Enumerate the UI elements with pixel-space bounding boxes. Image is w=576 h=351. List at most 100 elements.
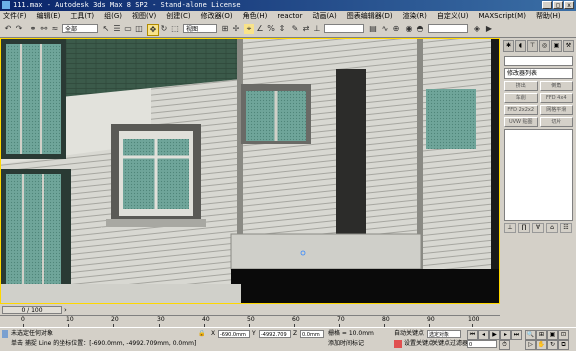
render-type-dropdown[interactable] bbox=[428, 24, 468, 33]
modify-tab-icon[interactable]: ◖ bbox=[515, 40, 526, 52]
maximize-button[interactable]: □ bbox=[553, 1, 563, 9]
current-frame-field[interactable]: 0 bbox=[467, 340, 497, 348]
configure-sets-icon[interactable]: ☷ bbox=[560, 223, 572, 233]
time-config-icon[interactable]: ⏱ bbox=[499, 340, 510, 350]
time-slider[interactable]: 0 / 100 bbox=[2, 306, 62, 314]
utilities-tab-icon[interactable]: ⚒ bbox=[563, 40, 574, 52]
motion-tab-icon[interactable]: ◎ bbox=[539, 40, 550, 52]
display-tab-icon[interactable]: ▣ bbox=[551, 40, 562, 52]
arc-rotate-icon[interactable]: ↻ bbox=[547, 340, 558, 350]
zoom-extents-icon[interactable]: ▣ bbox=[547, 330, 558, 340]
move-icon[interactable]: ✥ bbox=[147, 24, 159, 36]
select-icon[interactable]: ↖ bbox=[101, 24, 111, 34]
slice-button[interactable]: 切片 bbox=[539, 117, 573, 127]
minimize-button[interactable]: _ bbox=[542, 1, 552, 9]
object-name-field[interactable] bbox=[504, 56, 573, 66]
maxscript-listener-icon[interactable] bbox=[2, 330, 8, 338]
selection-filter-dropdown[interactable]: 全部 bbox=[62, 24, 98, 33]
x-coordinate-field[interactable]: -690.0mm bbox=[218, 330, 250, 338]
remove-modifier-icon[interactable]: ⌂ bbox=[546, 223, 558, 233]
manipulate-icon[interactable]: ✢ bbox=[231, 24, 241, 34]
menu-tools[interactable]: 工具(T) bbox=[70, 11, 94, 22]
render-last-icon[interactable]: ▶ bbox=[484, 24, 494, 34]
menu-modifiers[interactable]: 修改器(O) bbox=[201, 11, 233, 22]
select-by-name-icon[interactable]: ☰ bbox=[112, 24, 122, 34]
menu-reactor[interactable]: reactor bbox=[277, 11, 302, 22]
go-to-start-icon[interactable]: ⏮ bbox=[467, 330, 478, 340]
bevel-button[interactable]: 倒角 bbox=[539, 81, 573, 91]
named-selection-sets-dropdown[interactable] bbox=[324, 24, 364, 33]
lathe-button[interactable]: 车削 bbox=[504, 93, 538, 103]
named-selection-icon[interactable]: ✎ bbox=[290, 24, 300, 34]
scale-icon[interactable]: ⬚ bbox=[170, 24, 180, 34]
menu-file[interactable]: 文件(F) bbox=[3, 11, 27, 22]
menu-views[interactable]: 视图(V) bbox=[132, 11, 156, 22]
unlink-icon[interactable]: ⚯ bbox=[39, 24, 49, 34]
mirror-icon[interactable]: ⇄ bbox=[301, 24, 311, 34]
lock-selection-icon[interactable]: 🔒 bbox=[198, 330, 205, 337]
pivot-icon[interactable]: ⊞ bbox=[220, 24, 230, 34]
schematic-view-icon[interactable]: ⊕ bbox=[391, 24, 401, 34]
set-key-button[interactable]: 设置关键点 bbox=[404, 340, 434, 348]
extrude-button[interactable]: 挤出 bbox=[504, 81, 538, 91]
field-of-view-icon[interactable]: ▷ bbox=[525, 340, 536, 350]
layer-manager-icon[interactable]: ▤ bbox=[368, 24, 378, 34]
go-to-end-icon[interactable]: ⏭ bbox=[511, 330, 522, 340]
region-icon[interactable]: ▭ bbox=[123, 24, 133, 34]
angle-snap-icon[interactable]: ∠ bbox=[255, 24, 265, 34]
slider-next-icon[interactable]: › bbox=[64, 306, 67, 314]
modifier-list-dropdown[interactable]: 修改器列表 bbox=[504, 68, 573, 79]
modifier-stack[interactable] bbox=[504, 129, 573, 221]
next-frame-icon[interactable]: ▸ bbox=[500, 330, 511, 340]
align-icon[interactable]: ⊥ bbox=[312, 24, 322, 34]
set-key-icon[interactable] bbox=[394, 340, 402, 348]
redo-icon[interactable]: ↷ bbox=[14, 24, 24, 34]
ffd2-button[interactable]: FFD 2x2x2 bbox=[504, 105, 538, 115]
quick-render-icon[interactable]: ◈ bbox=[472, 24, 482, 34]
zoom-icon[interactable]: 🔍 bbox=[525, 330, 536, 340]
menu-edit[interactable]: 编辑(E) bbox=[37, 11, 61, 22]
link-icon[interactable]: ⚭ bbox=[28, 24, 38, 34]
meshsmooth-button[interactable]: 网格平滑 bbox=[539, 105, 573, 115]
ffd4-button[interactable]: FFD 4x4 bbox=[539, 93, 573, 103]
key-filters-button[interactable]: 关键点过滤器 bbox=[432, 340, 468, 348]
menu-graph-editors[interactable]: 图表编辑器(D) bbox=[347, 11, 393, 22]
perspective-viewport[interactable] bbox=[0, 38, 500, 304]
snap-icon[interactable]: ⌖ bbox=[244, 24, 254, 34]
render-scene-icon[interactable]: ◓ bbox=[415, 24, 425, 34]
zoom-extents-all-icon[interactable]: ⊡ bbox=[558, 330, 569, 340]
menu-rendering[interactable]: 渲染(R) bbox=[403, 11, 427, 22]
zoom-all-icon[interactable]: ⊞ bbox=[536, 330, 547, 340]
menu-create[interactable]: 创建(C) bbox=[166, 11, 190, 22]
previous-frame-icon[interactable]: ◂ bbox=[478, 330, 489, 340]
menu-help[interactable]: 帮助(H) bbox=[536, 11, 561, 22]
play-icon[interactable]: ▶ bbox=[489, 330, 500, 340]
menu-customize[interactable]: 自定义(U) bbox=[437, 11, 469, 22]
create-tab-icon[interactable]: ✱ bbox=[503, 40, 514, 52]
spinner-snap-icon[interactable]: ⇕ bbox=[277, 24, 287, 34]
menu-maxscript[interactable]: MAXScript(M) bbox=[479, 11, 526, 22]
make-unique-icon[interactable]: ∀ bbox=[532, 223, 544, 233]
undo-icon[interactable]: ↶ bbox=[3, 24, 13, 34]
maximize-viewport-icon[interactable]: ⧉ bbox=[558, 340, 569, 350]
reference-coord-dropdown[interactable]: 视图 bbox=[183, 24, 217, 33]
uvw-map-button[interactable]: UVW 贴图 bbox=[504, 117, 538, 127]
curve-editor-icon[interactable]: ∿ bbox=[380, 24, 390, 34]
pan-icon[interactable]: ✋ bbox=[536, 340, 547, 350]
percent-snap-icon[interactable]: % bbox=[266, 24, 276, 34]
rotate-icon[interactable]: ↻ bbox=[159, 24, 169, 34]
z-coordinate-field[interactable]: 0.0mm bbox=[300, 330, 324, 338]
menu-animation[interactable]: 动画(A) bbox=[312, 11, 336, 22]
close-button[interactable]: x bbox=[564, 1, 574, 9]
pin-stack-icon[interactable]: ⊥ bbox=[504, 223, 516, 233]
key-filter-dropdown[interactable]: 选定对象 bbox=[427, 330, 461, 338]
menu-group[interactable]: 组(G) bbox=[104, 11, 122, 22]
material-editor-icon[interactable]: ◉ bbox=[404, 24, 414, 34]
auto-key-button[interactable]: 自动关键点 bbox=[394, 330, 424, 338]
y-coordinate-field[interactable]: -4992.709 bbox=[259, 330, 291, 338]
window-cross-icon[interactable]: ◫ bbox=[134, 24, 144, 34]
menu-character[interactable]: 角色(H) bbox=[243, 11, 268, 22]
hierarchy-tab-icon[interactable]: ⊤ bbox=[527, 40, 538, 52]
add-time-tag-button[interactable]: 添加时间标记 bbox=[328, 340, 364, 348]
bind-icon[interactable]: ≈ bbox=[50, 24, 60, 34]
